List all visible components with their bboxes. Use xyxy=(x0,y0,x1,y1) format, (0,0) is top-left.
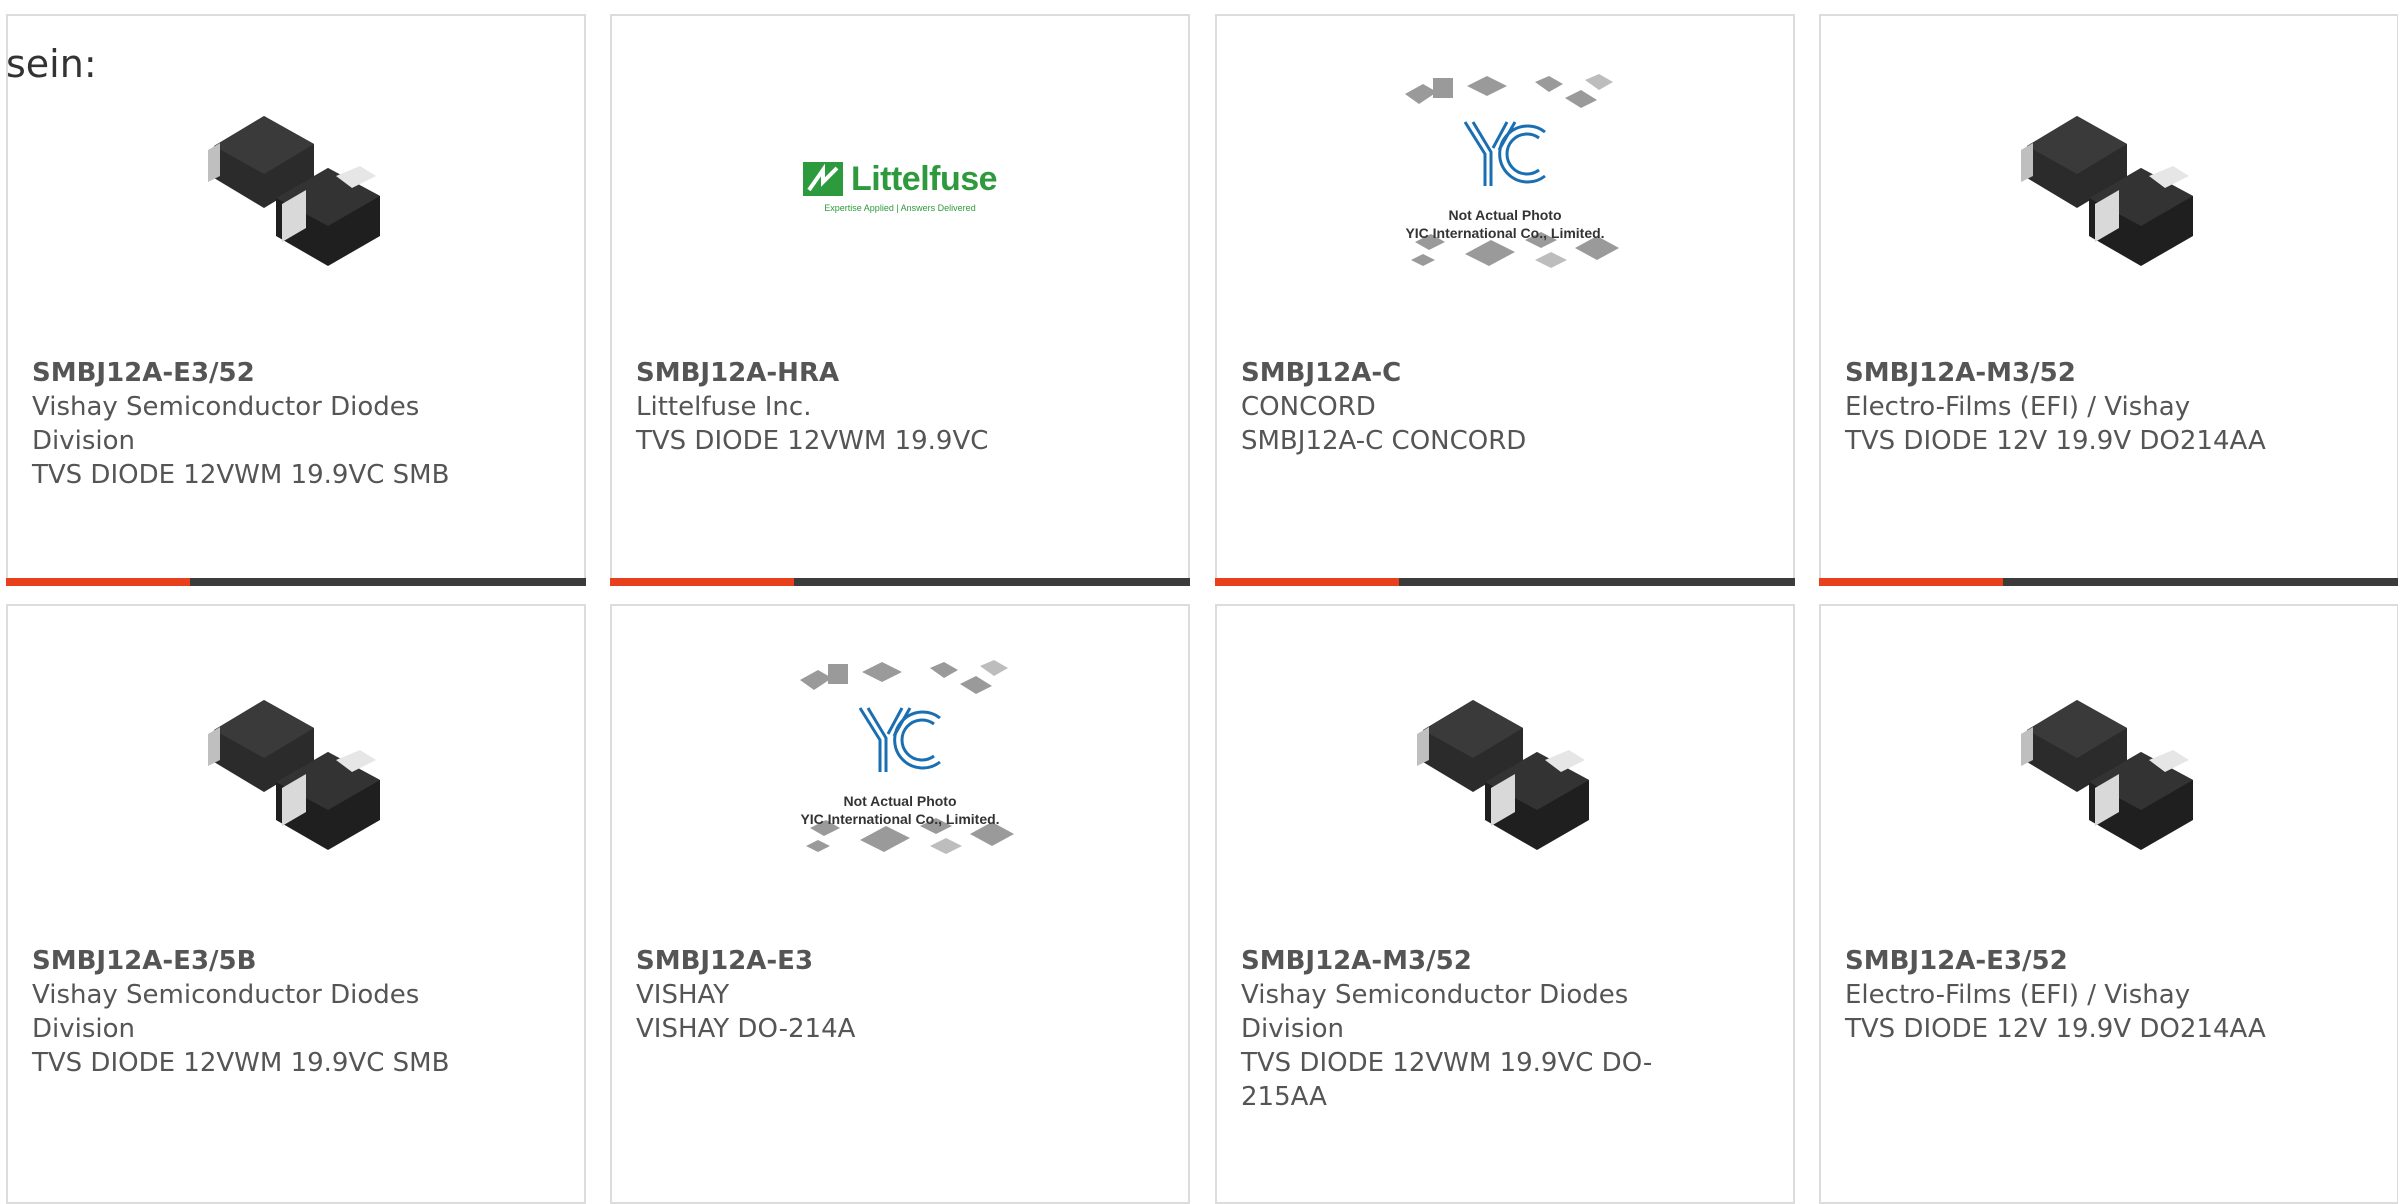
card-accent-highlight xyxy=(1819,578,2003,586)
product-info: SMBJ12A-C CONCORD SMBJ12A-C CONCORD xyxy=(1241,356,1769,458)
product-info: SMBJ12A-M3/52 Vishay Semiconductor Diodes… xyxy=(1241,944,1769,1114)
product-detail-line: Vishay Semiconductor Diodes xyxy=(32,980,420,1010)
product-detail-line: Division xyxy=(1241,1014,1345,1044)
yic-note-line1: Not Actual Photo xyxy=(843,793,957,809)
product-card[interactable]: SMBJ12A-E3/52 Vishay Semiconductor Diodes… xyxy=(6,14,586,586)
product-detail-line: 215AA xyxy=(1241,1082,1327,1112)
diode-image xyxy=(2021,700,2193,850)
card-accent-highlight xyxy=(610,578,794,586)
product-thumbnail[interactable] xyxy=(2009,86,2209,286)
card-accent-bar xyxy=(1819,578,2398,586)
product-card[interactable]: Not Actual Photo YIC International Co., … xyxy=(610,604,1190,1204)
placeholder-image: Not Actual Photo YIC International Co., … xyxy=(770,650,1030,890)
part-number-link[interactable]: SMBJ12A-M3/52 xyxy=(1241,944,1769,978)
product-detail-line: Division xyxy=(32,1014,136,1044)
product-thumbnail[interactable] xyxy=(196,670,396,870)
product-detail-line: Littelfuse Inc. xyxy=(636,392,812,422)
product-detail-line: CONCORD xyxy=(1241,392,1376,422)
part-number-link[interactable]: SMBJ12A-M3/52 xyxy=(1845,356,2373,390)
product-thumbnail[interactable]: Not Actual Photo YIC International Co., … xyxy=(1375,64,1635,304)
product-detail-line: TVS DIODE 12VWM 19.9VC xyxy=(636,426,989,456)
product-card[interactable]: Not Actual Photo YIC International Co., … xyxy=(1215,14,1795,586)
product-detail-line: SMBJ12A-C CONCORD xyxy=(1241,426,1527,456)
yic-note-line2: YIC International Co., Limited. xyxy=(800,811,1000,827)
part-number-link[interactable]: SMBJ12A-E3/5B xyxy=(32,944,560,978)
product-detail-line: Electro-Films (EFI) / Vishay xyxy=(1845,392,2191,422)
part-number-link[interactable]: SMBJ12A-E3/52 xyxy=(32,356,560,390)
product-card[interactable]: SMBJ12A-M3/52 Electro-Films (EFI) / Visha… xyxy=(1819,14,2398,586)
part-number-link[interactable]: SMBJ12A-C xyxy=(1241,356,1769,390)
product-card[interactable]: SMBJ12A-E3/52 Electro-Films (EFI) / Visha… xyxy=(1819,604,2398,1204)
product-info: SMBJ12A-E3/52 Vishay Semiconductor Diodes… xyxy=(32,356,560,492)
product-detail-line: TVS DIODE 12VWM 19.9VC SMB xyxy=(32,460,450,490)
product-thumbnail[interactable]: Not Actual Photo YIC International Co., … xyxy=(770,650,1030,890)
product-thumbnail[interactable] xyxy=(1405,670,1605,870)
product-detail-line: VISHAY xyxy=(636,980,730,1010)
product-detail-line: Vishay Semiconductor Diodes xyxy=(32,392,420,422)
product-detail-line: Vishay Semiconductor Diodes xyxy=(1241,980,1629,1010)
diode-image xyxy=(1417,700,1589,850)
diode-image xyxy=(208,700,380,850)
card-accent-highlight xyxy=(6,578,190,586)
product-detail-line: Electro-Films (EFI) / Vishay xyxy=(1845,980,2191,1010)
product-thumbnail[interactable] xyxy=(196,86,396,286)
part-number-link[interactable]: SMBJ12A-E3 xyxy=(636,944,1164,978)
product-thumbnail[interactable] xyxy=(2009,670,2209,870)
card-accent-bar xyxy=(1215,578,1795,586)
littelfuse-name: Littelfuse xyxy=(850,159,998,198)
product-info: SMBJ12A-M3/52 Electro-Films (EFI) / Visha… xyxy=(1845,356,2373,458)
littelfuse-tagline: Expertise Applied | Answers Delivered xyxy=(824,202,976,213)
card-accent-bar xyxy=(6,578,586,586)
card-accent-bar xyxy=(610,578,1190,586)
littelfuse-logo: Littelfuse Expertise Applied | Answers D… xyxy=(802,159,998,213)
product-info: SMBJ12A-E3/5B Vishay Semiconductor Diodes… xyxy=(32,944,560,1080)
product-thumbnail[interactable]: Littelfuse Expertise Applied | Answers D… xyxy=(800,86,1000,286)
product-detail-line: Division xyxy=(32,426,136,456)
product-card[interactable]: SMBJ12A-E3/5B Vishay Semiconductor Diodes… xyxy=(6,604,586,1204)
yic-note-line1: Not Actual Photo xyxy=(1448,207,1562,223)
placeholder-image: Not Actual Photo YIC International Co., … xyxy=(1375,64,1635,304)
intro-text: sein: xyxy=(6,42,97,86)
product-info: SMBJ12A-E3 VISHAY VISHAY DO-214A xyxy=(636,944,1164,1046)
product-detail-line: TVS DIODE 12V 19.9V DO214AA xyxy=(1845,1014,2266,1044)
product-detail-line: TVS DIODE 12V 19.9V DO214AA xyxy=(1845,426,2266,456)
diode-image xyxy=(208,116,380,266)
product-card[interactable]: Littelfuse Expertise Applied | Answers D… xyxy=(610,14,1190,586)
product-detail-line: TVS DIODE 12VWM 19.9VC DO- xyxy=(1241,1048,1653,1078)
part-number-link[interactable]: SMBJ12A-E3/52 xyxy=(1845,944,2373,978)
part-number-link[interactable]: SMBJ12A-HRA xyxy=(636,356,1164,390)
product-detail-line: VISHAY DO-214A xyxy=(636,1014,856,1044)
yic-note-line2: YIC International Co., Limited. xyxy=(1405,225,1605,241)
littelfuse-mark-icon xyxy=(802,162,843,196)
product-detail-line: TVS DIODE 12VWM 19.9VC SMB xyxy=(32,1048,450,1078)
diode-image xyxy=(2021,116,2193,266)
card-accent-highlight xyxy=(1215,578,1399,586)
product-info: SMBJ12A-E3/52 Electro-Films (EFI) / Visha… xyxy=(1845,944,2373,1046)
product-card[interactable]: SMBJ12A-M3/52 Vishay Semiconductor Diodes… xyxy=(1215,604,1795,1204)
product-info: SMBJ12A-HRA Littelfuse Inc. TVS DIODE 12VW… xyxy=(636,356,1164,458)
